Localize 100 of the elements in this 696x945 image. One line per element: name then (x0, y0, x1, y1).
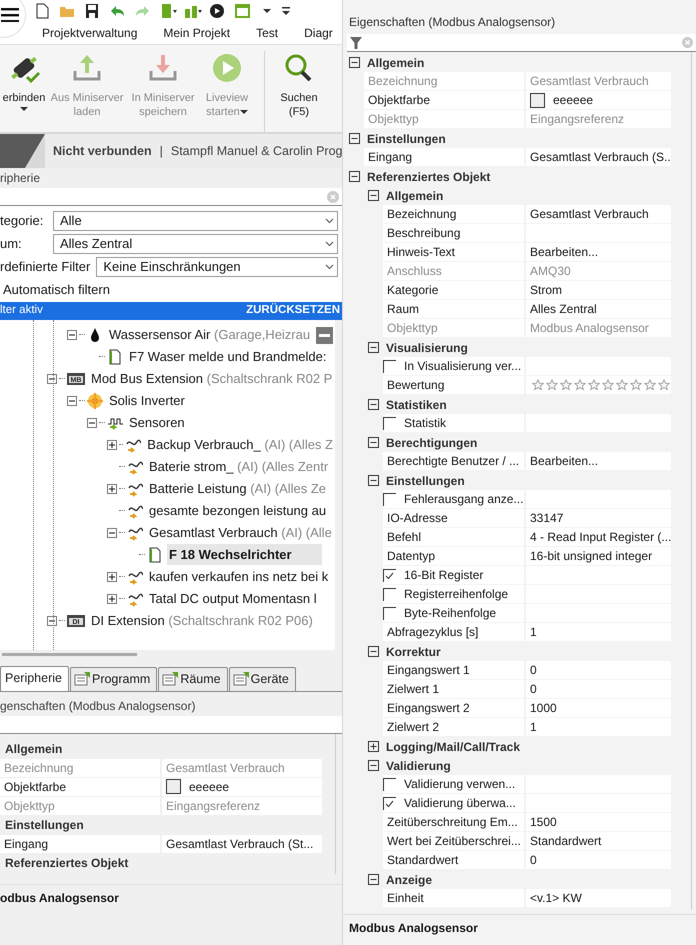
expand-toggle[interactable] (107, 484, 117, 494)
value-cell[interactable]: eeeeee (526, 91, 671, 109)
collapse-toggle[interactable] (349, 133, 360, 144)
property-value[interactable]: Gesamtlast Verbrauch (St... (162, 834, 322, 852)
window-icon[interactable] (234, 3, 252, 19)
property-value[interactable]: Strom (526, 281, 671, 299)
star-icon[interactable] (532, 379, 544, 391)
color-swatch[interactable] (166, 779, 181, 794)
star-icon[interactable] (546, 379, 558, 391)
collapse-toggle[interactable] (368, 760, 379, 771)
star-icon[interactable] (658, 379, 670, 391)
ribbon-tab[interactable]: Projektverwaltung (42, 24, 138, 42)
ribbon-tab[interactable]: Test (256, 24, 278, 42)
property-value[interactable]: 16-bit unsigned integer (526, 547, 671, 565)
tree-item[interactable]: DI Extension (Schaltschrank R02 P06) (89, 610, 315, 632)
star-icon[interactable] (588, 379, 600, 391)
property-value[interactable]: 0 (526, 661, 671, 679)
collapse-toggle[interactable] (368, 190, 379, 201)
tree-item[interactable]: Wassersensor Air (Garage,Heizrau (107, 324, 312, 346)
tab[interactable]: Geräte (228, 666, 296, 690)
checkbox-label[interactable]: Automatisch filtern (0, 280, 110, 300)
checkbox[interactable] (383, 416, 396, 430)
tab[interactable]: Programm (70, 666, 158, 690)
expand-toggle[interactable] (368, 741, 379, 752)
property-value[interactable]: 33147 (526, 509, 671, 527)
tree-item[interactable]: Batterie Leistung (AI) (Alles Ze (147, 478, 328, 500)
collapse-toggle[interactable] (368, 874, 379, 885)
filter-field[interactable] (0, 188, 342, 206)
checkbox[interactable] (383, 606, 396, 620)
collapse-toggle[interactable] (368, 437, 379, 448)
chevron-icon[interactable] (325, 264, 334, 270)
checkbox[interactable] (383, 778, 396, 790)
filter-field[interactable] (347, 34, 696, 52)
collapse-toggle[interactable] (368, 399, 379, 410)
chevron-icon[interactable] (325, 218, 334, 224)
property-value[interactable]: 0 (526, 680, 671, 698)
color-swatch[interactable] (530, 92, 545, 108)
star-icon[interactable] (560, 379, 572, 391)
checkbox[interactable] (383, 796, 396, 810)
tree-item[interactable]: gesamte bezongen leistung au (147, 500, 328, 522)
checkbox[interactable] (383, 588, 396, 600)
property-value[interactable]: 1 (526, 718, 671, 736)
tree-item[interactable]: F 18 Wechselrichter (167, 544, 322, 566)
tree-item[interactable]: Solis Inverter (107, 390, 187, 412)
property-value[interactable]: Standardwert (526, 832, 671, 850)
tree-item[interactable]: Mod Bus Extension (Schaltschrank R02 P (89, 368, 334, 390)
value-cell[interactable]: eeeeee (162, 778, 322, 796)
device-icon[interactable] (159, 3, 177, 19)
star-icon[interactable] (574, 379, 586, 391)
ribbon-tab[interactable]: Mein Projekt (163, 24, 230, 42)
star-icon[interactable] (630, 379, 642, 391)
tree-item[interactable]: Tatal DC output Momentasn l (147, 588, 319, 610)
property-value[interactable]: <v.1> KW (526, 889, 671, 907)
collapse-toggle[interactable] (87, 418, 97, 428)
property-value[interactable]: 4 - Read Input Register (... (526, 528, 671, 546)
connect-button[interactable]: erbinden (0, 51, 48, 132)
property-value[interactable]: Bearbeiten... (526, 452, 671, 470)
tree-item[interactable]: Sensoren (127, 412, 187, 434)
collapse-toggle[interactable] (368, 475, 379, 486)
star-icon[interactable] (616, 379, 628, 391)
expand-toggle[interactable] (107, 572, 117, 582)
collapse-toggle[interactable] (368, 646, 379, 657)
star-icon[interactable] (644, 379, 656, 391)
collapse-toggle[interactable] (349, 57, 360, 68)
collapse-toggle[interactable] (349, 171, 360, 182)
play-icon[interactable] (209, 3, 227, 19)
property-value[interactable]: Gesamtlast Verbrauch (526, 205, 671, 223)
tab[interactable]: Peripherie (0, 666, 69, 690)
property-value[interactable]: 1000 (526, 699, 671, 717)
tab[interactable]: Räume (158, 666, 228, 690)
collapse-toggle[interactable] (67, 330, 77, 340)
tree-item[interactable]: F7 Waser melde und Brandmelde: (127, 346, 329, 368)
property-value[interactable]: Bearbeiten... (526, 243, 671, 261)
filter-dropdown[interactable]: Alle (53, 211, 338, 231)
filter-dropdown[interactable]: Alles Zentral (53, 234, 338, 254)
property-value[interactable]: Gesamtlast Verbrauch (S... (526, 148, 671, 166)
tree-item[interactable]: Backup Verbrauch_ (AI) (Alles Z (145, 434, 335, 456)
collapse-toggle[interactable] (368, 342, 379, 353)
tree-item[interactable]: kaufen verkaufen ins netz bei k (147, 566, 330, 588)
expand-toggle[interactable] (107, 594, 117, 604)
search-button[interactable]: Suchen (F5) (273, 51, 325, 132)
checkbox[interactable] (383, 568, 396, 582)
filter-field[interactable] (0, 716, 342, 734)
chevron-icon[interactable] (325, 241, 334, 247)
checkbox[interactable] (383, 492, 396, 506)
rating-stars[interactable] (526, 376, 671, 394)
property-value[interactable]: Alles Zentral (526, 300, 671, 318)
property-value[interactable]: 1 (526, 623, 671, 641)
reset-button[interactable]: ZURÜCKSETZEN (246, 302, 340, 320)
star-icon[interactable] (602, 379, 614, 391)
scrollbar[interactable] (2, 653, 137, 656)
collapse-toggle[interactable] (67, 396, 77, 406)
filter-dropdown[interactable]: Keine Einschränkungen (96, 257, 338, 277)
collapse-toggle[interactable] (107, 528, 117, 538)
checkbox[interactable] (383, 360, 396, 372)
tree-item[interactable]: Baterie strom_ (AI) (Alles Zentr (147, 456, 330, 478)
tree-item[interactable]: Gesamtlast Verbrauch (AI) (Alle (147, 522, 334, 544)
collapse-toggle[interactable] (47, 616, 57, 626)
collapse-toggle[interactable] (47, 374, 57, 384)
minus-button[interactable] (316, 326, 333, 344)
